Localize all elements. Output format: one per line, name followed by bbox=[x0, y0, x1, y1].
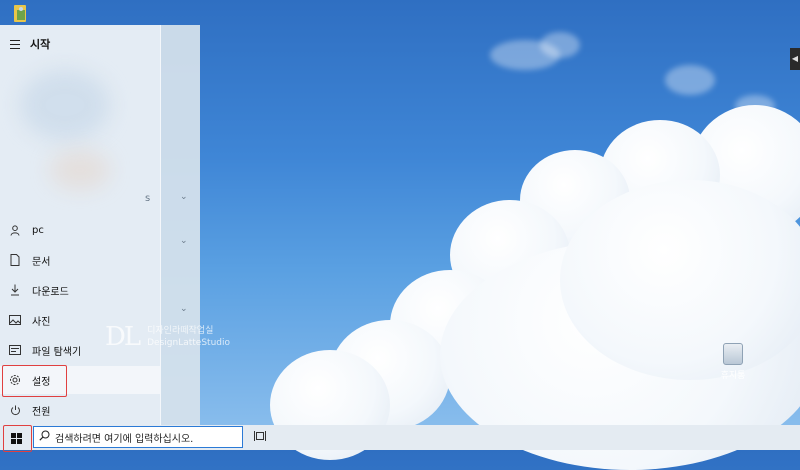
search-icon bbox=[39, 430, 50, 444]
start-highlight-box bbox=[3, 425, 32, 452]
start-item-label: 다운로드 bbox=[32, 286, 69, 298]
pictures-icon bbox=[9, 314, 21, 326]
document-icon bbox=[9, 254, 21, 266]
recycle-bin-label: 휴지통 bbox=[720, 371, 746, 381]
recycle-bin[interactable]: 휴지통 bbox=[710, 343, 756, 381]
power-icon bbox=[9, 404, 21, 416]
start-item-label: 파일 탐색기 bbox=[32, 346, 82, 358]
start-item-label: pc bbox=[32, 224, 44, 236]
blurred-tiles bbox=[20, 70, 140, 200]
search-placeholder: 검색하려면 여기에 입력하십시오. bbox=[55, 433, 194, 445]
recycle-bin-icon bbox=[723, 343, 743, 365]
start-item-label: 문서 bbox=[32, 256, 51, 268]
desktop-app-icon[interactable] bbox=[12, 4, 30, 24]
watermark-line2: DesignLatteStudio bbox=[147, 338, 230, 348]
chevron-down-icon[interactable]: ⌄ bbox=[180, 192, 188, 202]
hamburger-icon[interactable] bbox=[10, 39, 20, 49]
user-icon bbox=[9, 224, 21, 236]
watermark-line1: 디자인라떼작업실 bbox=[147, 326, 214, 336]
file-explorer-icon bbox=[9, 344, 21, 356]
taskbar-search-input[interactable]: 검색하려면 여기에 입력하십시오. bbox=[33, 426, 243, 448]
watermark-logo: DL bbox=[105, 322, 141, 352]
edge-collapse-icon[interactable]: ◀ bbox=[790, 48, 800, 70]
start-item-label: 사진 bbox=[32, 316, 51, 328]
start-menu-title: 시작 bbox=[30, 38, 51, 51]
start-item-downloads[interactable]: 다운로드 bbox=[0, 276, 160, 304]
start-item-power[interactable]: 전원 bbox=[0, 396, 160, 424]
settings-highlight-box bbox=[2, 365, 67, 397]
start-item-user[interactable]: pc bbox=[0, 216, 160, 244]
start-item-documents[interactable]: 문서 bbox=[0, 246, 160, 274]
start-item-label: 전원 bbox=[32, 406, 51, 418]
chevron-down-icon[interactable]: ⌄ bbox=[180, 236, 188, 246]
partial-label: s bbox=[145, 193, 151, 204]
download-icon bbox=[9, 284, 21, 296]
watermark: DL 디자인라떼작업실 DesignLatteStudio bbox=[105, 322, 230, 352]
task-view-icon[interactable] bbox=[254, 430, 266, 444]
start-menu-header[interactable]: 시작 bbox=[10, 35, 50, 53]
chevron-down-icon[interactable]: ⌄ bbox=[180, 304, 188, 314]
